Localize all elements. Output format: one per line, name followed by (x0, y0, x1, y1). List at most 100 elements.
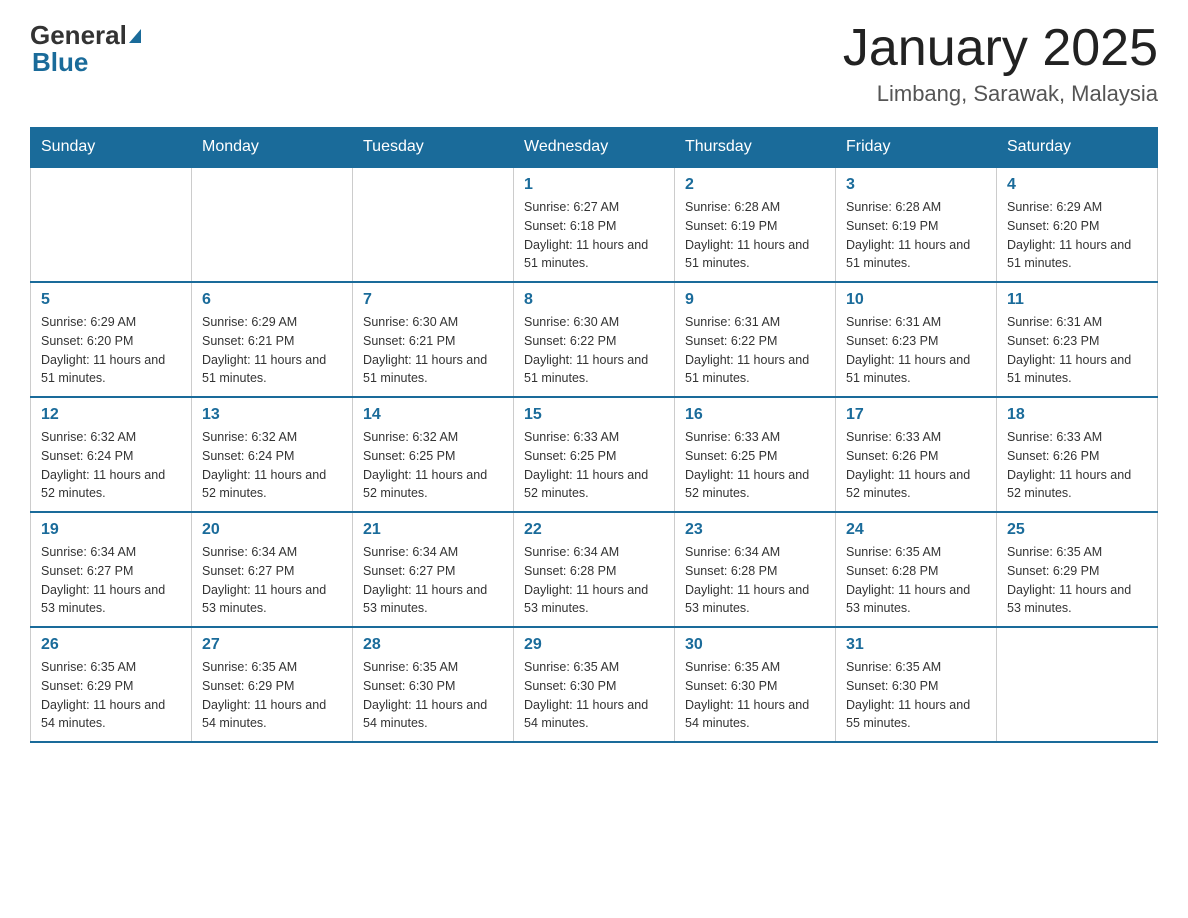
month-title: January 2025 (843, 20, 1158, 77)
calendar-cell: 12 Sunrise: 6:32 AM Sunset: 6:24 PM Dayli… (31, 397, 192, 512)
calendar-cell: 23 Sunrise: 6:34 AM Sunset: 6:28 PM Dayli… (675, 512, 836, 627)
day-number: 20 (202, 521, 342, 539)
day-info: Sunrise: 6:35 AM Sunset: 6:29 PM Dayligh… (41, 658, 181, 733)
weekday-header-friday: Friday (836, 128, 997, 168)
logo-blue-text: Blue (32, 47, 88, 77)
day-number: 28 (363, 636, 503, 654)
calendar-cell (31, 167, 192, 282)
day-number: 12 (41, 406, 181, 424)
title-block: January 2025 Limbang, Sarawak, Malaysia (843, 20, 1158, 107)
day-info: Sunrise: 6:32 AM Sunset: 6:25 PM Dayligh… (363, 428, 503, 503)
day-number: 19 (41, 521, 181, 539)
calendar-cell: 21 Sunrise: 6:34 AM Sunset: 6:27 PM Dayli… (353, 512, 514, 627)
day-number: 10 (846, 291, 986, 309)
day-number: 24 (846, 521, 986, 539)
day-number: 18 (1007, 406, 1147, 424)
weekday-header-saturday: Saturday (997, 128, 1158, 168)
day-info: Sunrise: 6:29 AM Sunset: 6:20 PM Dayligh… (1007, 198, 1147, 273)
day-info: Sunrise: 6:34 AM Sunset: 6:28 PM Dayligh… (685, 543, 825, 618)
calendar-cell (997, 627, 1158, 742)
logo: General Blue (30, 20, 143, 78)
day-number: 8 (524, 291, 664, 309)
calendar-cell: 11Sunrise: 6:31 AM Sunset: 6:23 PM Dayli… (997, 282, 1158, 397)
day-info: Sunrise: 6:35 AM Sunset: 6:30 PM Dayligh… (524, 658, 664, 733)
day-number: 11 (1007, 291, 1147, 309)
day-number: 1 (524, 176, 664, 194)
day-info: Sunrise: 6:35 AM Sunset: 6:29 PM Dayligh… (202, 658, 342, 733)
weekday-header-wednesday: Wednesday (514, 128, 675, 168)
day-number: 23 (685, 521, 825, 539)
calendar-cell: 8 Sunrise: 6:30 AM Sunset: 6:22 PM Daylig… (514, 282, 675, 397)
calendar-cell: 31 Sunrise: 6:35 AM Sunset: 6:30 PM Dayli… (836, 627, 997, 742)
location-title: Limbang, Sarawak, Malaysia (843, 81, 1158, 107)
day-number: 27 (202, 636, 342, 654)
calendar-cell: 18 Sunrise: 6:33 AM Sunset: 6:26 PM Dayli… (997, 397, 1158, 512)
calendar-cell: 22 Sunrise: 6:34 AM Sunset: 6:28 PM Dayli… (514, 512, 675, 627)
calendar-cell (192, 167, 353, 282)
day-number: 21 (363, 521, 503, 539)
weekday-header-sunday: Sunday (31, 128, 192, 168)
weekday-header-thursday: Thursday (675, 128, 836, 168)
calendar-cell: 14 Sunrise: 6:32 AM Sunset: 6:25 PM Dayli… (353, 397, 514, 512)
day-info: Sunrise: 6:33 AM Sunset: 6:26 PM Dayligh… (846, 428, 986, 503)
weekday-header-monday: Monday (192, 128, 353, 168)
day-number: 14 (363, 406, 503, 424)
day-number: 4 (1007, 176, 1147, 194)
week-row-2: 5Sunrise: 6:29 AM Sunset: 6:20 PM Daylig… (31, 282, 1158, 397)
calendar-cell: 29Sunrise: 6:35 AM Sunset: 6:30 PM Dayli… (514, 627, 675, 742)
logo-triangle-icon (129, 29, 141, 43)
day-number: 9 (685, 291, 825, 309)
day-info: Sunrise: 6:32 AM Sunset: 6:24 PM Dayligh… (202, 428, 342, 503)
calendar-cell: 24 Sunrise: 6:35 AM Sunset: 6:28 PM Dayli… (836, 512, 997, 627)
calendar-cell (353, 167, 514, 282)
day-number: 5 (41, 291, 181, 309)
day-number: 25 (1007, 521, 1147, 539)
day-info: Sunrise: 6:33 AM Sunset: 6:25 PM Dayligh… (524, 428, 664, 503)
day-info: Sunrise: 6:35 AM Sunset: 6:28 PM Dayligh… (846, 543, 986, 618)
calendar-cell: 4 Sunrise: 6:29 AM Sunset: 6:20 PM Daylig… (997, 167, 1158, 282)
calendar-cell: 10 Sunrise: 6:31 AM Sunset: 6:23 PM Dayli… (836, 282, 997, 397)
day-number: 26 (41, 636, 181, 654)
day-number: 22 (524, 521, 664, 539)
calendar-cell: 15Sunrise: 6:33 AM Sunset: 6:25 PM Dayli… (514, 397, 675, 512)
week-row-4: 19 Sunrise: 6:34 AM Sunset: 6:27 PM Dayli… (31, 512, 1158, 627)
day-info: Sunrise: 6:35 AM Sunset: 6:30 PM Dayligh… (846, 658, 986, 733)
day-info: Sunrise: 6:32 AM Sunset: 6:24 PM Dayligh… (41, 428, 181, 503)
day-number: 7 (363, 291, 503, 309)
calendar-cell: 5Sunrise: 6:29 AM Sunset: 6:20 PM Daylig… (31, 282, 192, 397)
calendar-cell: 2Sunrise: 6:28 AM Sunset: 6:19 PM Daylig… (675, 167, 836, 282)
calendar-cell: 30Sunrise: 6:35 AM Sunset: 6:30 PM Dayli… (675, 627, 836, 742)
day-number: 2 (685, 176, 825, 194)
calendar-cell: 1Sunrise: 6:27 AM Sunset: 6:18 PM Daylig… (514, 167, 675, 282)
calendar-cell: 26 Sunrise: 6:35 AM Sunset: 6:29 PM Dayli… (31, 627, 192, 742)
day-number: 31 (846, 636, 986, 654)
day-number: 30 (685, 636, 825, 654)
day-info: Sunrise: 6:35 AM Sunset: 6:30 PM Dayligh… (363, 658, 503, 733)
day-info: Sunrise: 6:28 AM Sunset: 6:19 PM Dayligh… (846, 198, 986, 273)
day-info: Sunrise: 6:34 AM Sunset: 6:27 PM Dayligh… (41, 543, 181, 618)
calendar-cell: 17 Sunrise: 6:33 AM Sunset: 6:26 PM Dayli… (836, 397, 997, 512)
week-row-5: 26 Sunrise: 6:35 AM Sunset: 6:29 PM Dayli… (31, 627, 1158, 742)
day-info: Sunrise: 6:34 AM Sunset: 6:27 PM Dayligh… (202, 543, 342, 618)
day-info: Sunrise: 6:29 AM Sunset: 6:21 PM Dayligh… (202, 313, 342, 388)
calendar-cell: 13Sunrise: 6:32 AM Sunset: 6:24 PM Dayli… (192, 397, 353, 512)
week-row-3: 12 Sunrise: 6:32 AM Sunset: 6:24 PM Dayli… (31, 397, 1158, 512)
day-number: 6 (202, 291, 342, 309)
calendar-cell: 9Sunrise: 6:31 AM Sunset: 6:22 PM Daylig… (675, 282, 836, 397)
day-info: Sunrise: 6:30 AM Sunset: 6:22 PM Dayligh… (524, 313, 664, 388)
day-number: 3 (846, 176, 986, 194)
calendar-cell: 6 Sunrise: 6:29 AM Sunset: 6:21 PM Daylig… (192, 282, 353, 397)
weekday-header-row: SundayMondayTuesdayWednesdayThursdayFrid… (31, 128, 1158, 168)
day-info: Sunrise: 6:30 AM Sunset: 6:21 PM Dayligh… (363, 313, 503, 388)
calendar-table: SundayMondayTuesdayWednesdayThursdayFrid… (30, 127, 1158, 743)
day-info: Sunrise: 6:31 AM Sunset: 6:23 PM Dayligh… (846, 313, 986, 388)
day-info: Sunrise: 6:33 AM Sunset: 6:26 PM Dayligh… (1007, 428, 1147, 503)
day-info: Sunrise: 6:34 AM Sunset: 6:28 PM Dayligh… (524, 543, 664, 618)
calendar-cell: 27 Sunrise: 6:35 AM Sunset: 6:29 PM Dayli… (192, 627, 353, 742)
day-info: Sunrise: 6:33 AM Sunset: 6:25 PM Dayligh… (685, 428, 825, 503)
weekday-header-tuesday: Tuesday (353, 128, 514, 168)
day-info: Sunrise: 6:34 AM Sunset: 6:27 PM Dayligh… (363, 543, 503, 618)
calendar-cell: 16Sunrise: 6:33 AM Sunset: 6:25 PM Dayli… (675, 397, 836, 512)
day-info: Sunrise: 6:35 AM Sunset: 6:29 PM Dayligh… (1007, 543, 1147, 618)
day-number: 17 (846, 406, 986, 424)
